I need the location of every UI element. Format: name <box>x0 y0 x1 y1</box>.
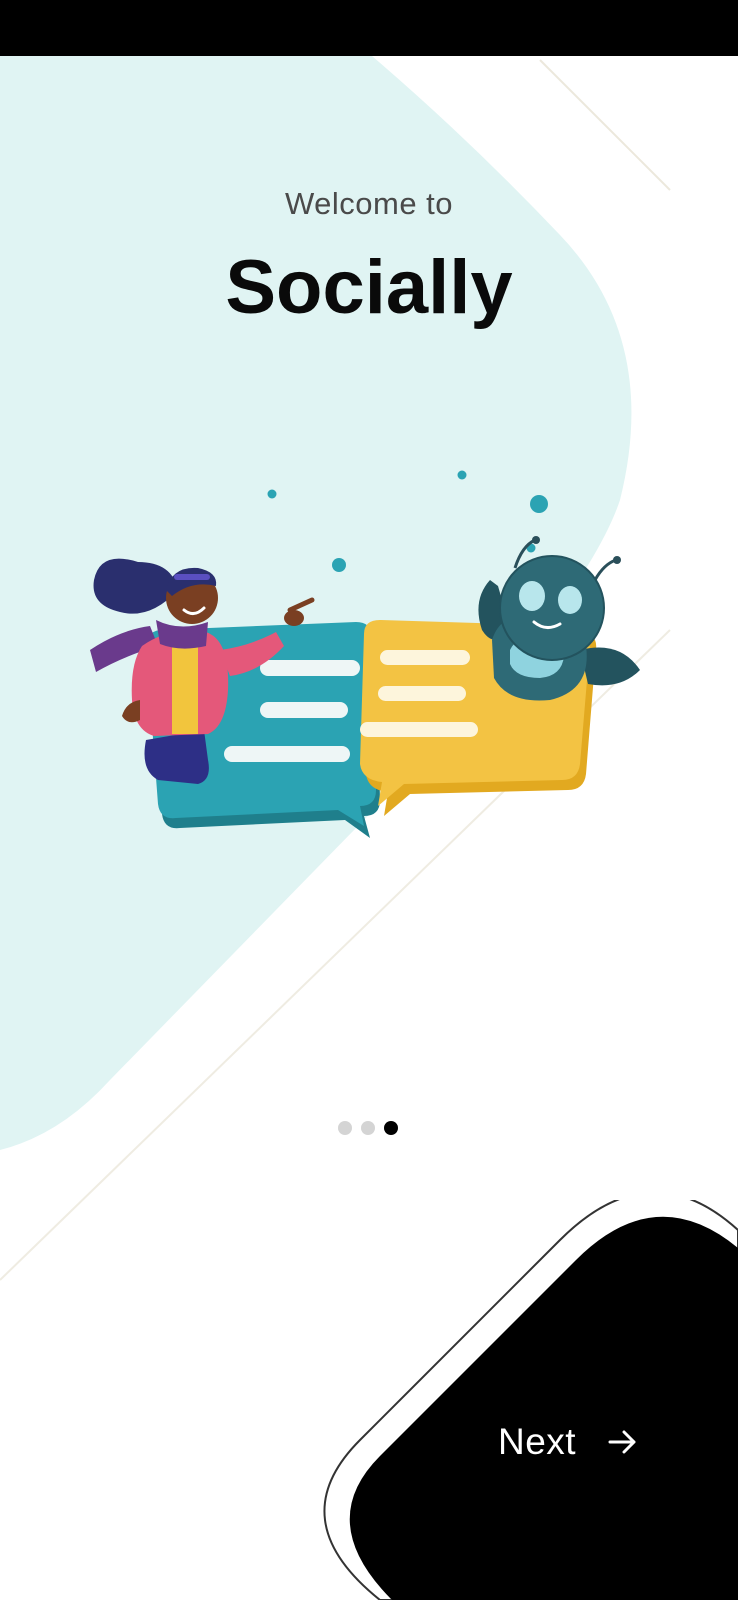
welcome-text: Welcome to <box>284 186 454 221</box>
hero-illustration <box>90 470 640 838</box>
page-dot-2 <box>361 1121 375 1135</box>
next-button[interactable]: Next <box>498 1412 640 1472</box>
status-bar <box>0 0 738 56</box>
page-dot-3-active <box>384 1121 398 1135</box>
app-title: Socially <box>225 245 513 330</box>
robot-figure <box>478 536 640 701</box>
background-line <box>539 59 671 191</box>
next-button-label: Next <box>498 1421 577 1462</box>
decor-dot <box>457 470 467 480</box>
page-dot-1 <box>338 1121 352 1135</box>
arrow-right-icon <box>608 1430 636 1454</box>
decor-dot <box>530 495 548 513</box>
page-indicator <box>338 1121 398 1135</box>
next-button-background <box>323 1200 738 1600</box>
decor-dot <box>332 558 346 572</box>
decor-dot <box>267 489 277 499</box>
